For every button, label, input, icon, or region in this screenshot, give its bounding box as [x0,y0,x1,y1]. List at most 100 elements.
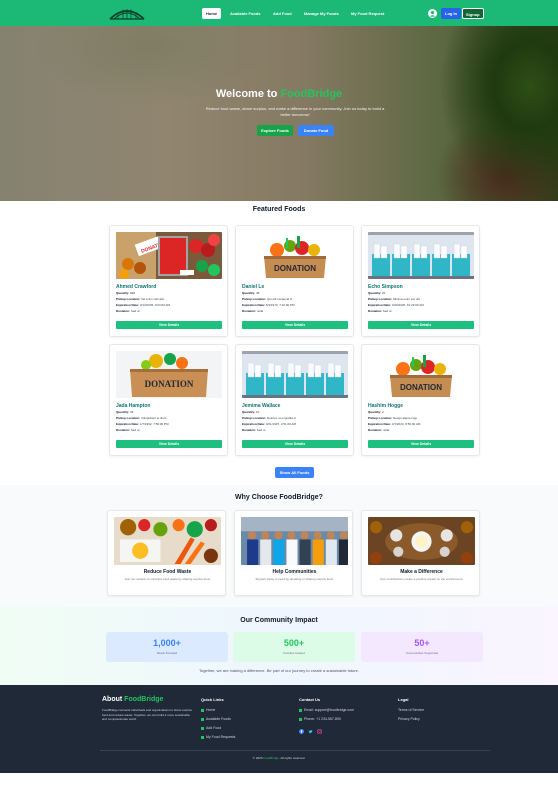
footer-link-terms[interactable]: Terms of Service [398,708,424,712]
food-card: DONATION Daniel Le Quantity: 48 Pickup Loca… [235,225,354,337]
nav-manage-my-foods[interactable]: Manage My Foods [304,8,339,19]
food-card: Jemima Wallace Quantity: 10 Pickup Locatio… [235,344,354,456]
food-status-line: Donation: Sed ut [116,428,140,432]
why-card-description: Support those in need by donating or sha… [255,577,334,581]
food-status-line: Donation: Sed ut [242,428,266,432]
footer-contact-title: Contact Us [299,697,321,702]
logo-icon[interactable] [108,5,146,21]
view-details-button[interactable]: View Details [116,321,222,329]
donate-food-button[interactable]: Donate Food [298,125,334,136]
food-expiry-line: Expiration Date: 3/21/1997, 2:51:00 AM [242,422,297,426]
food-donor-name: Daniel Le [242,284,265,290]
why-card: Help Communities Support those in need by… [234,510,353,596]
navbar: Home Available Foods Add Food Manage My … [0,0,558,26]
footer-link-privacy[interactable]: Privacy Policy [398,717,420,721]
footer: About FoodBridge FoodBridge connects ind… [0,685,558,773]
nav-my-food-request[interactable]: My Food Request [351,8,384,19]
food-expiry-line: Expiration Date: 6/4/1970, 7:10:00 PM [242,303,295,307]
food-expiry-line: Expiration Date: 1/7/1992, 7:50:00 PM [116,422,169,426]
food-donor-name: Hashim Hogge [368,403,404,409]
link-icon [201,717,204,721]
food-image: DONATE [116,232,222,279]
why-card-title: Reduce Food Waste [143,569,192,575]
view-details-button[interactable]: View Details [368,321,474,329]
show-all-foods-button[interactable]: Show All Foods [275,467,314,478]
why-card-title: Make a Difference [400,569,443,575]
why-image [114,517,221,565]
food-quantity-line: Quantity: 698 [116,291,136,295]
stat-meals: 1,000+ Meals Donated [106,632,228,662]
food-quantity-line: Quantity: 26 [116,410,134,414]
stat-communities: 50+ Communities Supported [361,632,483,662]
view-details-button[interactable]: View Details [242,440,348,448]
food-status-line: Donation: nulla [242,309,264,313]
phone-icon [299,717,302,721]
impact-footnote: Together, we are making a difference. Be… [198,668,360,673]
food-expiry-line: Expiration Date: 3/13/2025, 9:03:00 AM [116,303,171,307]
why-card-description: Your contributions create a positive imp… [379,577,464,581]
stat-families: 500+ Families Helped [233,632,355,662]
food-quantity-line: Quantity: 10 [242,410,260,414]
footer-copyright: © 2025 FoodBridge. All rights reserved. [252,756,306,760]
svg-text:DONATION: DONATION [145,379,194,389]
nav-home[interactable]: Home [202,8,222,19]
svg-text:DONATION: DONATION [400,383,442,392]
footer-link-my-food-requests[interactable]: My Food Requests [201,735,235,739]
why-card: Make a Difference Your contributions crea… [361,510,480,596]
nav-available-foods[interactable]: Available Foods [230,8,261,19]
food-donor-name: Echo Simpson [368,284,403,290]
footer-phone[interactable]: Phone: +1 234-567-890 [299,717,341,721]
food-status-line: Donation: nulla [368,428,390,432]
link-icon [201,735,204,739]
footer-link-add-food[interactable]: Add Food [201,726,221,730]
food-donor-name: Jemima Wallace [242,403,281,409]
view-details-button[interactable]: View Details [242,321,348,329]
food-donor-name: Jada Hampton [116,403,151,409]
login-button[interactable]: Log In [441,8,461,19]
food-image: DONATION [242,232,348,279]
footer-divider [100,750,490,751]
food-quantity-line: Quantity: 48 [242,291,260,295]
food-pickup-line: Pickup Location: Dolores ut expedita d [242,416,296,420]
svg-text:DONATION: DONATION [274,264,316,273]
facebook-icon[interactable] [299,729,304,734]
footer-link-available-foods[interactable]: Available Foods [201,717,231,721]
food-expiry-line: Expiration Date: 4/20/2025, 10:29:00 AM [368,303,424,307]
hero-banner: Welcome to FoodBridge Reduce food waste,… [0,26,558,201]
footer-about-text: FoodBridge connects individuals and orga… [102,708,192,722]
nav-add-food[interactable]: Add Food [273,8,292,19]
footer-link-home[interactable]: Home [201,708,215,712]
food-expiry-line: Expiration Date: 4/7/2023, 8:50:00 AM [368,422,421,426]
food-status-line: Donation: Sed ut [368,309,392,313]
featured-foods-title: Featured Foods [252,206,306,213]
link-icon [201,708,204,712]
food-quantity-line: Quantity: 20 [368,291,386,295]
food-pickup-line: Pickup Location: Minima enim est ultr [368,297,420,301]
user-avatar-icon[interactable] [428,9,437,18]
hero-title: Welcome to FoodBridge [215,88,343,100]
footer-about-title: About FoodBridge [102,696,164,703]
food-pickup-line: Pickup Location: Qui elit occaecat O [242,297,293,301]
link-icon [201,726,204,730]
instagram-icon[interactable] [317,729,322,734]
why-title: Why Choose FoodBridge? [235,494,323,501]
why-card-description: Join our mission to minimize food waste … [124,577,211,581]
food-card: DONATION Hashim Hogge Quantity: 2 Pickup Lo… [361,344,480,456]
view-details-button[interactable]: View Details [116,440,222,448]
food-card: DONATION Jada Hampton Quantity: 26 Pickup L… [109,344,228,456]
explore-foods-button[interactable]: Explore Foods [257,125,293,136]
food-image: DONATION [116,351,222,398]
why-card: Reduce Food Waste Join our mission to min… [107,510,226,596]
why-card-title: Help Communities [272,569,317,575]
food-pickup-line: Pickup Location: Nesqu aliqua ingo [368,416,418,420]
hero-subtitle: Reduce food waste, share surplus, and ma… [205,106,385,117]
view-details-button[interactable]: View Details [368,440,474,448]
food-pickup-line: Pickup Location: Voluptatem et illum [116,416,167,420]
twitter-icon[interactable] [308,729,313,734]
food-image: DONATION [368,351,474,398]
impact-title: Our Community Impact [240,617,318,624]
signup-button[interactable]: Signup [462,8,484,19]
food-image [368,232,474,279]
food-pickup-line: Pickup Location: Vel enim velit alis [116,297,165,301]
footer-email[interactable]: Email: support@foodbridge.com [299,708,354,712]
